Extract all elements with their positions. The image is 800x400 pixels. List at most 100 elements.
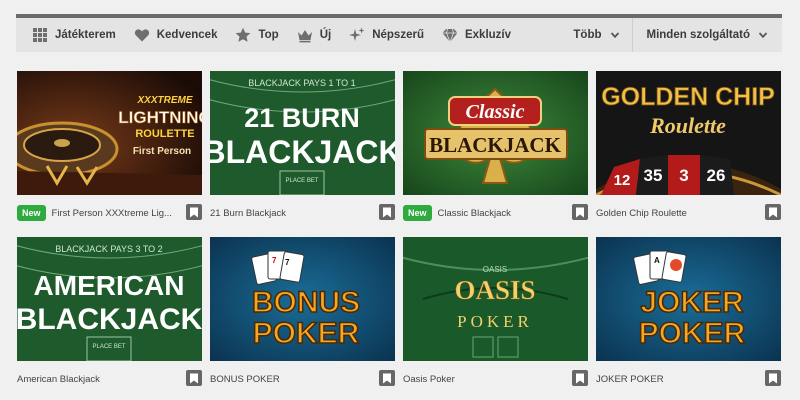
burn-blackjack-art: BLACKJACK PAYS 1 TO 1 21 BURN BLACKJACK … [210, 71, 395, 195]
favorite-button[interactable] [379, 370, 395, 386]
game-title[interactable]: BONUS POKER [210, 374, 280, 385]
bookmark-icon [769, 207, 777, 217]
art-line2: BLACKJACK [17, 303, 202, 336]
game-title[interactable]: First Person XXXtreme Lig... [52, 208, 172, 219]
game-meta: BONUS POKER [210, 369, 395, 389]
filter-exclusive[interactable]: Exkluzív [424, 18, 511, 52]
heart-icon [134, 29, 149, 42]
game-card[interactable]: XXXTREME LIGHTNING ROULETTE First Person… [17, 71, 202, 223]
roulette-number: 35 [644, 166, 663, 185]
game-thumbnail[interactable]: XXXTREME LIGHTNING ROULETTE First Person [17, 71, 202, 195]
bookmark-icon [383, 373, 391, 383]
bookmark-icon [576, 207, 584, 217]
favorite-button[interactable] [186, 370, 202, 386]
art-line2: Roulette [649, 113, 726, 138]
filter-lobby[interactable]: Játékterem [16, 18, 116, 52]
filter-label: Új [319, 29, 332, 41]
art-bet: PLACE BET [285, 178, 318, 184]
art-line4: First Person [133, 146, 191, 157]
art-line2: POKER [639, 317, 746, 350]
favorite-button[interactable] [765, 204, 781, 220]
crown-icon [297, 30, 312, 43]
roulette-number: 26 [707, 166, 726, 185]
filter-label: Top [258, 29, 279, 41]
bookmark-icon [769, 373, 777, 383]
game-meta: JOKER POKER [596, 369, 781, 389]
game-title[interactable]: Oasis Poker [403, 374, 455, 385]
art-line1: AMERICAN [34, 270, 185, 301]
favorite-button[interactable] [572, 370, 588, 386]
lightning-roulette-art: XXXTREME LIGHTNING ROULETTE First Person [17, 71, 202, 195]
more-dropdown[interactable]: Több [561, 18, 631, 52]
game-meta: New Classic Blackjack [403, 203, 588, 223]
american-blackjack-art: BLACKJACK PAYS 3 TO 2 AMERICAN BLACKJACK… [17, 237, 202, 361]
game-card[interactable]: GOLDEN CHIP Roulette 12 35 3 26 Golden C… [596, 71, 781, 223]
game-thumbnail[interactable]: BLACKJACK PAYS 1 TO 1 21 BURN BLACKJACK … [210, 71, 395, 195]
art-bet: PLACE BET [92, 344, 125, 350]
art-line1: 21 BURN [244, 103, 360, 133]
filter-popular[interactable]: Népszerű [331, 18, 424, 52]
art-line2: POKER [457, 312, 533, 331]
game-meta: Golden Chip Roulette [596, 203, 781, 223]
game-meta: New First Person XXXtreme Lig... [17, 203, 202, 223]
category-filter-bar: Játékterem Kedvencek Top Új Népszerű Exk… [16, 18, 782, 52]
filter-label: Játékterem [55, 29, 116, 41]
bookmark-icon [190, 207, 198, 217]
filter-label: Exkluzív [464, 29, 512, 41]
filter-favorites[interactable]: Kedvencek [116, 18, 218, 52]
art-line1: OASIS [454, 275, 535, 305]
bookmark-icon [576, 373, 584, 383]
game-meta: 21 Burn Blackjack [210, 203, 395, 223]
chevron-down-icon [758, 32, 768, 39]
favorite-button[interactable] [186, 204, 202, 220]
favorite-button[interactable] [572, 204, 588, 220]
favorite-button[interactable] [765, 370, 781, 386]
game-card[interactable]: BLACKJACK PAYS 1 TO 1 21 BURN BLACKJACK … [210, 71, 395, 223]
bonus-poker-art: 7 7 BONUS POKER [210, 237, 395, 361]
game-card[interactable]: Classic BLACKJACK New Classic Blackjack [403, 71, 588, 223]
game-meta: American Blackjack [17, 369, 202, 389]
game-thumbnail[interactable]: OASIS OASIS POKER [403, 237, 588, 361]
art-line1: Classic [466, 101, 525, 123]
game-title[interactable]: 21 Burn Blackjack [210, 208, 286, 219]
diamond-icon [442, 28, 458, 43]
chevron-down-icon [610, 32, 619, 39]
art-line1: XXXTREME [136, 95, 192, 106]
filter-top[interactable]: Top [217, 18, 279, 52]
game-title[interactable]: Classic Blackjack [438, 208, 511, 219]
star-icon [236, 27, 251, 42]
art-table-text: BLACKJACK PAYS 1 TO 1 [248, 78, 355, 88]
art-small: OASIS [483, 265, 507, 274]
bookmark-icon [190, 373, 198, 383]
art-line1: BONUS [252, 286, 360, 319]
game-thumbnail[interactable]: A JOKER POKER [596, 237, 781, 361]
new-badge: New [403, 205, 432, 221]
bookmark-icon [383, 207, 391, 217]
filter-label: Kedvencek [156, 29, 218, 41]
game-card[interactable]: BLACKJACK PAYS 3 TO 2 AMERICAN BLACKJACK… [17, 237, 202, 389]
game-thumbnail[interactable]: Classic BLACKJACK [403, 71, 588, 195]
roulette-number: 3 [679, 166, 688, 185]
game-card[interactable]: A JOKER POKER JOKER POKER [596, 237, 781, 389]
provider-dropdown[interactable]: Minden szolgáltató [633, 18, 783, 52]
game-thumbnail[interactable]: BLACKJACK PAYS 3 TO 2 AMERICAN BLACKJACK… [17, 237, 202, 361]
filter-label: Népszerű [372, 29, 424, 41]
joker-poker-art: A JOKER POKER [596, 237, 781, 361]
game-thumbnail[interactable]: 7 7 BONUS POKER [210, 237, 395, 361]
provider-dropdown-label: Minden szolgáltató [646, 29, 751, 41]
game-card[interactable]: 7 7 BONUS POKER BONUS POKER [210, 237, 395, 389]
svg-text:7: 7 [272, 256, 277, 265]
game-title[interactable]: JOKER POKER [596, 374, 664, 385]
game-thumbnail[interactable]: GOLDEN CHIP Roulette 12 35 3 26 [596, 71, 781, 195]
art-line1: JOKER [640, 286, 744, 319]
filter-new[interactable]: Új [279, 18, 332, 52]
game-title[interactable]: Golden Chip Roulette [596, 208, 687, 219]
art-line2: BLACKJACK [210, 134, 395, 170]
game-card[interactable]: OASIS OASIS POKER Oasis Poker [403, 237, 588, 389]
art-line2: POKER [253, 317, 360, 350]
favorite-button[interactable] [379, 204, 395, 220]
game-title[interactable]: American Blackjack [17, 374, 100, 385]
svg-text:7: 7 [285, 258, 290, 267]
more-dropdown-label: Több [573, 29, 602, 41]
art-line2: BLACKJACK [429, 133, 562, 157]
